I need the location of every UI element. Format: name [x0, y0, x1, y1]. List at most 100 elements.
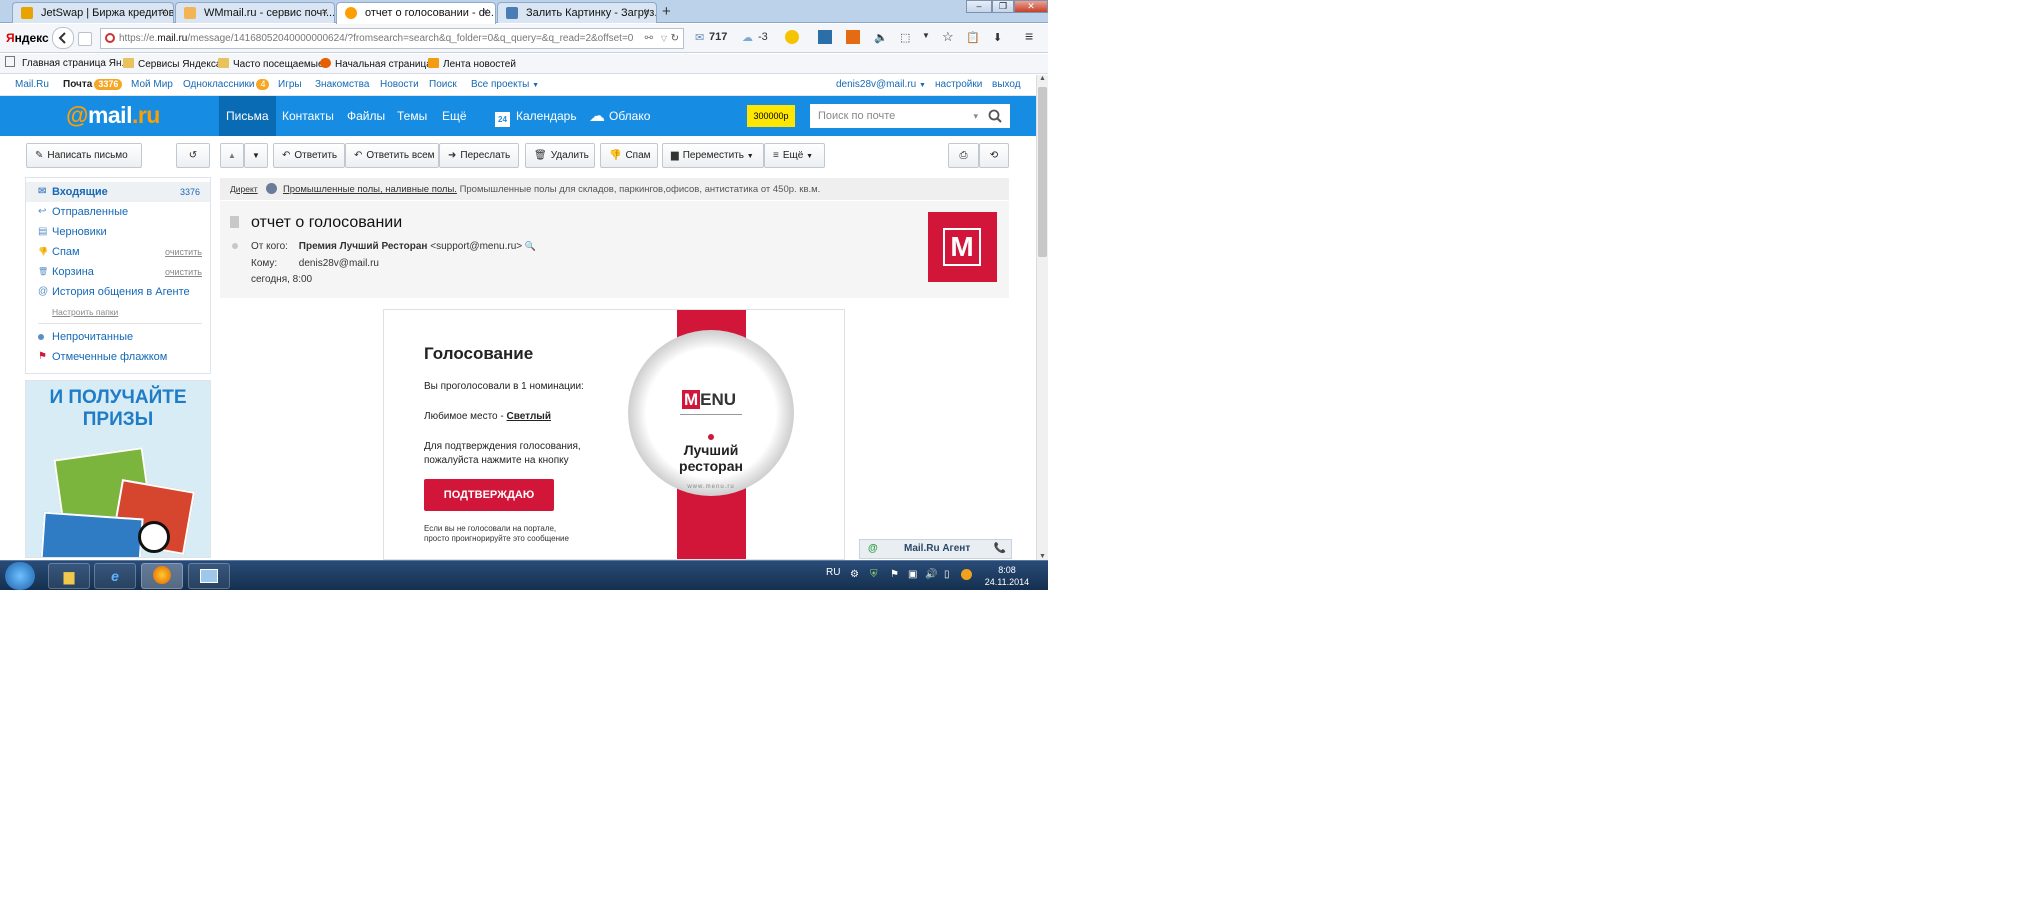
tray-icon[interactable]: ⚙ — [850, 569, 859, 580]
reply-all-button[interactable]: ↶ Ответить всем — [345, 143, 439, 168]
phone-icon[interactable]: 📞 — [994, 540, 1006, 558]
filter-flagged[interactable]: ⚑ Отмеченные флажком — [26, 347, 210, 367]
taskbar-app[interactable] — [188, 563, 230, 589]
scroll-down-icon[interactable]: ▼ — [1039, 553, 1046, 560]
folder-trash[interactable]: 🗑 Корзина очистить — [26, 262, 210, 282]
browser-tab[interactable]: JetSwap | Биржа кредитов × — [12, 2, 174, 23]
browser-tab[interactable]: Залить Картинку - Загруз... × — [497, 2, 657, 23]
portal-link-search[interactable]: Поиск — [429, 79, 457, 90]
nav-more[interactable]: Ещё — [435, 96, 474, 136]
bookmark-item[interactable]: Главная страница Ян... — [22, 58, 130, 69]
print-button[interactable]: ⎙ — [948, 143, 979, 168]
nav-contacts[interactable]: Контакты — [275, 96, 341, 136]
direct-label[interactable]: Директ — [230, 184, 258, 194]
system-clock[interactable]: 8:08 24.11.2014 — [984, 564, 1030, 588]
portal-link-games[interactable]: Игры — [278, 79, 302, 90]
clear-spam-link[interactable]: очистить — [165, 242, 202, 262]
chevron-down-icon[interactable]: ▾ — [973, 104, 978, 128]
sender-name[interactable]: Премия Лучший Ресторан — [299, 241, 428, 252]
close-icon[interactable]: × — [161, 6, 167, 18]
reply-button[interactable]: ↶ Ответить — [273, 143, 345, 168]
nav-calendar[interactable]: 24 Календарь — [489, 96, 584, 136]
taskbar-firefox[interactable] — [141, 563, 183, 589]
extension-icon[interactable] — [785, 30, 799, 44]
portal-link-mail[interactable]: Почта 3376 — [63, 79, 123, 90]
portal-link-all-projects[interactable]: Все проекты ▼ — [471, 79, 539, 90]
maximize-button[interactable]: ❐ — [992, 0, 1014, 13]
taskbar-ie[interactable]: e — [94, 563, 136, 589]
yandex-logo[interactable]: Яндекс — [6, 31, 49, 45]
bookmark-item[interactable]: Лента новостей — [428, 58, 516, 70]
search-input[interactable]: Поиск по почте ▾ — [810, 104, 1010, 128]
settings-link[interactable]: настройки — [935, 79, 982, 90]
portal-link-ok[interactable]: Одноклассники 4 — [183, 79, 270, 90]
bookmark-item[interactable]: Начальная страница — [320, 58, 432, 70]
undo-button[interactable]: ↺ — [176, 143, 210, 168]
prev-message-button[interactable]: ▲ — [220, 143, 244, 168]
volume-icon[interactable]: 🔊 — [925, 569, 937, 580]
dropdown-icon[interactable]: ▽ — [661, 29, 667, 48]
sender-email[interactable]: <support@menu.ru> — [430, 241, 522, 252]
bookmark-flag-icon[interactable] — [230, 216, 239, 228]
browser-tab[interactable]: WMmail.ru - сервис почт... × — [175, 2, 335, 23]
fullscreen-button[interactable]: ⟲ — [979, 143, 1009, 168]
mail-icon[interactable]: ✉ — [695, 31, 704, 44]
nav-letters[interactable]: Письма — [219, 96, 276, 136]
next-message-button[interactable]: ▼ — [244, 143, 268, 168]
close-window-button[interactable]: ✕ — [1014, 0, 1048, 13]
user-email[interactable]: denis28v@mail.ru ▼ — [836, 79, 926, 90]
more-button[interactable]: ≡ Ещё ▼ — [764, 143, 825, 168]
confirm-vote-button[interactable]: ПОДТВЕРЖДАЮ — [424, 479, 554, 511]
dropdown-icon[interactable]: ▼ — [922, 31, 930, 40]
portal-link-news[interactable]: Новости — [380, 79, 419, 90]
app-tray-icon[interactable] — [961, 569, 972, 580]
nav-files[interactable]: Файлы — [340, 96, 392, 136]
shield-icon[interactable]: ⛨ — [870, 569, 878, 580]
close-icon[interactable]: × — [322, 6, 328, 18]
spam-button[interactable]: 👎 Спам — [600, 143, 658, 168]
scrollbar-thumb[interactable] — [1038, 87, 1047, 257]
clipboard-icon[interactable]: 📋 — [966, 31, 980, 44]
mailru-agent-bar[interactable]: @ Mail.Ru Агент 📞 — [859, 539, 1012, 559]
delete-button[interactable]: 🗑 Удалить — [525, 143, 595, 168]
list-icon[interactable] — [78, 32, 92, 46]
folder-drafts[interactable]: ▤ Черновики — [26, 222, 210, 242]
flag-icon[interactable]: ⚑ — [890, 569, 899, 580]
weather-value[interactable]: -3 — [758, 31, 768, 43]
search-icon[interactable]: 🔍 — [525, 241, 536, 251]
compose-button[interactable]: ✎ Написать письмо — [26, 143, 142, 168]
browser-tab-active[interactable]: отчет о голосовании - de... × — [336, 2, 496, 24]
folder-agent-history[interactable]: @ История общения в Агенте — [26, 282, 210, 302]
configure-folders-link[interactable]: Настроить папки — [52, 307, 118, 317]
extension-icon[interactable] — [846, 30, 860, 44]
read-dot-icon[interactable] — [232, 243, 238, 249]
page-scrollbar[interactable]: ▲ ▼ — [1036, 75, 1048, 560]
close-icon[interactable]: × — [644, 6, 650, 18]
move-button[interactable]: ▆ Переместить ▼ — [662, 143, 764, 168]
forward-button[interactable]: ➜ Переслать — [439, 143, 519, 168]
nav-cloud[interactable]: ☁ Облако — [582, 96, 657, 136]
extension-icon[interactable] — [818, 30, 832, 44]
logout-link[interactable]: выход — [992, 79, 1021, 90]
direct-ad-link[interactable]: Промышленные полы, наливные полы. — [283, 184, 457, 195]
portal-link-myworld[interactable]: Мой Мир — [131, 79, 173, 90]
game-ad-banner[interactable]: И ПОЛУЧАЙТЕ ПРИЗЫ — [25, 380, 211, 558]
power-icon[interactable]: ▯ — [944, 569, 950, 580]
folder-inbox[interactable]: ✉ Входящие 3376 — [26, 182, 210, 202]
taskbar-explorer[interactable]: ▆ — [48, 563, 90, 589]
portal-link-mailru[interactable]: Mail.Ru — [15, 79, 49, 90]
address-bar[interactable]: https://e.mail.ru/message/14168052040000… — [100, 28, 684, 49]
mailru-logo[interactable]: @mail.ru — [66, 102, 160, 129]
start-button[interactable] — [5, 562, 35, 590]
reload-icon[interactable]: ↻ — [671, 29, 679, 48]
nav-themes[interactable]: Темы — [390, 96, 434, 136]
new-tab-button[interactable]: + — [662, 3, 671, 20]
minimize-button[interactable]: ‒ — [966, 0, 992, 13]
menu-icon[interactable]: ≡ — [1025, 28, 1033, 44]
star-icon[interactable]: ☆ — [942, 29, 954, 45]
folder-spam[interactable]: 👎 Спам очистить — [26, 242, 210, 262]
weather-icon[interactable]: ☁ — [742, 31, 753, 44]
favorite-value[interactable]: Светлый — [507, 411, 551, 422]
filter-unread[interactable]: Непрочитанные — [26, 327, 210, 347]
network-icon[interactable]: ▣ — [908, 569, 917, 580]
